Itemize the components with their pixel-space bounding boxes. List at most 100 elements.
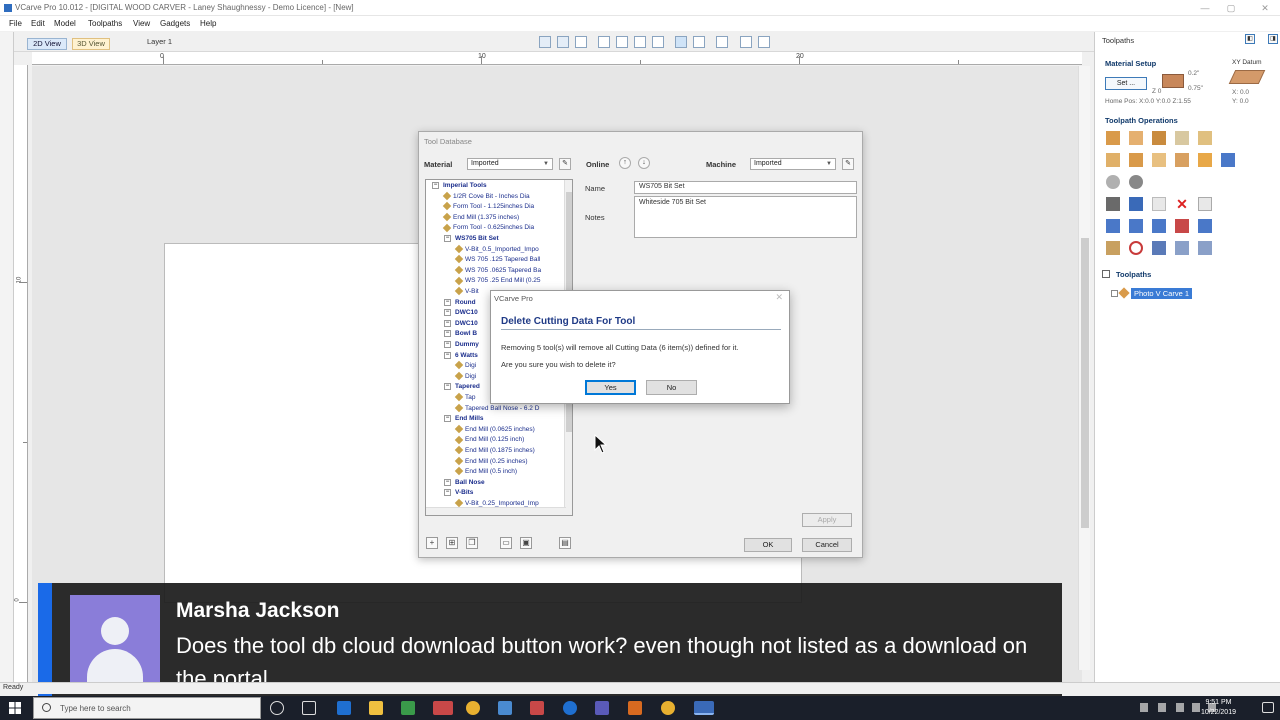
expand-icon[interactable]: −	[444, 415, 451, 423]
zoom-all-icon[interactable]	[557, 36, 569, 48]
expand-icon[interactable]: −	[444, 319, 451, 327]
yes-button[interactable]: Yes	[585, 380, 636, 395]
no-button[interactable]: No	[646, 380, 697, 395]
measure-icon[interactable]	[693, 36, 705, 48]
edit-toolpath-icon[interactable]	[1129, 197, 1143, 211]
tab-2d-view[interactable]: 2D View	[27, 38, 67, 50]
tree-tool-item[interactable]: WS 705 .0625 Tapered Ba	[454, 265, 541, 275]
pan-icon[interactable]	[598, 36, 610, 48]
delete-toolpath-icon[interactable]: ✕	[1175, 197, 1189, 211]
network-icon[interactable]	[1176, 703, 1184, 712]
edge-icon[interactable]	[337, 701, 351, 715]
fluting-toolpath-icon[interactable]	[1129, 153, 1143, 167]
menu-view[interactable]: View	[133, 19, 150, 28]
expand-icon[interactable]: −	[444, 478, 451, 486]
volume-icon[interactable]	[1192, 703, 1200, 712]
tree-group[interactable]: − Round	[444, 298, 476, 306]
preview-all-icon[interactable]	[1152, 219, 1166, 233]
inlay-toolpath-icon[interactable]	[1106, 153, 1120, 167]
expand-icon[interactable]: −	[444, 351, 451, 359]
expand-icon[interactable]: −	[444, 341, 451, 348]
moulding-toolpath-icon[interactable]	[1198, 153, 1212, 167]
apply-button[interactable]: Apply	[802, 513, 852, 527]
expand-icon[interactable]: −	[444, 309, 451, 317]
zoom-out-icon[interactable]	[634, 36, 646, 48]
tree-horizontal-scrollbar[interactable]	[426, 507, 566, 515]
toolpath-templates-icon[interactable]	[1106, 197, 1120, 211]
edit-material-icon[interactable]: ✎	[559, 158, 571, 170]
save-toolpath-icon[interactable]	[1198, 197, 1212, 211]
tree-tool-item[interactable]: 1/2R Cove Bit - Inches Dia	[442, 191, 530, 201]
expand-icon[interactable]: −	[444, 330, 451, 338]
menu-edit[interactable]: Edit	[31, 19, 45, 28]
tray-icon[interactable]	[1140, 703, 1148, 712]
close-icon[interactable]: ✕	[775, 292, 783, 303]
vcarve-toolpath-icon[interactable]	[1198, 131, 1212, 145]
toolpaths-master-checkbox[interactable]	[1102, 270, 1110, 278]
add-tool-icon[interactable]: +	[426, 537, 438, 549]
app-icon[interactable]	[661, 701, 675, 715]
profile-toolpath-icon[interactable]	[1106, 131, 1120, 145]
tree-group[interactable]: − WS705 Bit Set	[444, 235, 499, 242]
maximize-icon[interactable]: ▢	[1222, 2, 1240, 14]
tree-tool-item[interactable]: End Mill (0.25 inches)	[454, 456, 528, 466]
clock-estimate-icon[interactable]	[1129, 241, 1143, 255]
tree-tool-item[interactable]: V-Bit	[454, 287, 479, 296]
summary-icon[interactable]	[1198, 219, 1212, 233]
expand-icon[interactable]: −	[444, 383, 451, 391]
tree-tool-item[interactable]: End Mill (1.375 inches)	[442, 212, 519, 222]
app-icon[interactable]	[498, 701, 512, 715]
layer-selector[interactable]: Layer 1	[147, 37, 172, 46]
notifications-icon[interactable]	[1262, 702, 1274, 713]
pocket-toolpath-icon[interactable]	[1129, 131, 1143, 145]
app-icon[interactable]	[563, 701, 577, 715]
tab-3d-view[interactable]: 3D View	[72, 38, 110, 50]
notes-field[interactable]: Whiteside 705 Bit Set	[634, 196, 857, 238]
3d-toolpath-icon[interactable]	[1221, 153, 1235, 167]
tree-group[interactable]: − DWC10	[444, 319, 478, 327]
finishing-toolpath-icon[interactable]	[1129, 175, 1143, 189]
reset-preview-icon[interactable]	[1175, 219, 1189, 233]
zoom-selection-icon[interactable]	[652, 36, 664, 48]
tree-group[interactable]: − V-Bits	[444, 489, 473, 497]
menu-gadgets[interactable]: Gadgets	[160, 19, 190, 28]
tree-tool-item[interactable]: Digi	[454, 371, 476, 381]
wrap-icon[interactable]	[1152, 241, 1166, 255]
copy-toolpath-icon[interactable]	[1152, 197, 1166, 211]
vcarve-taskbar-icon[interactable]	[694, 701, 714, 715]
tree-tool-item[interactable]: V-Bit_0.5_Imported_Impo	[454, 244, 539, 254]
app-icon[interactable]	[530, 701, 544, 715]
tree-group[interactable]: − End Mills	[444, 415, 484, 422]
zoom-box-icon[interactable]	[539, 36, 551, 48]
tree-tool-item[interactable]: WS 705 .25 End Mill (0.25	[454, 276, 541, 285]
file-explorer-icon[interactable]	[369, 701, 383, 715]
zoom-in-icon[interactable]	[616, 36, 628, 48]
layout-icon[interactable]	[740, 36, 752, 48]
drilling-toolpath-icon[interactable]	[1152, 131, 1166, 145]
tree-group[interactable]: − Tapered	[444, 383, 480, 391]
pin-icon[interactable]: ◧	[1245, 34, 1255, 44]
menu-toolpaths[interactable]: Toolpaths	[88, 19, 122, 28]
tree-tool-item[interactable]: WS 705 .125 Tapered Ball	[454, 255, 540, 264]
expand-icon[interactable]: −	[444, 235, 451, 242]
add-group-icon[interactable]: ⊞	[446, 537, 458, 549]
menu-file[interactable]: File	[9, 19, 22, 28]
app-icon[interactable]	[628, 701, 642, 715]
minimize-icon[interactable]: —	[1196, 2, 1214, 14]
expand-icon[interactable]: −	[444, 489, 451, 497]
tree-group[interactable]: −6 Watts	[444, 351, 478, 359]
tray-icon[interactable]	[1158, 703, 1166, 712]
tree-tool-item[interactable]: End Mill (0.1875 inches)	[454, 446, 535, 455]
close-icon[interactable]: ✕	[1256, 2, 1274, 14]
expand-icon[interactable]: −	[432, 182, 439, 189]
tree-group[interactable]: − Bowl B	[444, 330, 477, 338]
tree-tool-item[interactable]: Digi	[454, 361, 476, 370]
cortana-icon[interactable]	[270, 701, 284, 715]
preview-toolpaths-icon[interactable]	[1106, 219, 1120, 233]
taskbar-search-box[interactable]: Type here to search	[33, 697, 261, 719]
import-icon[interactable]: ▭	[500, 537, 512, 549]
prism-toolpath-icon[interactable]	[1152, 153, 1166, 167]
tree-group[interactable]: − Imperial Tools	[432, 182, 487, 189]
name-field[interactable]: WS705 Bit Set	[634, 181, 857, 194]
copy-tool-icon[interactable]: ❐	[466, 537, 478, 549]
